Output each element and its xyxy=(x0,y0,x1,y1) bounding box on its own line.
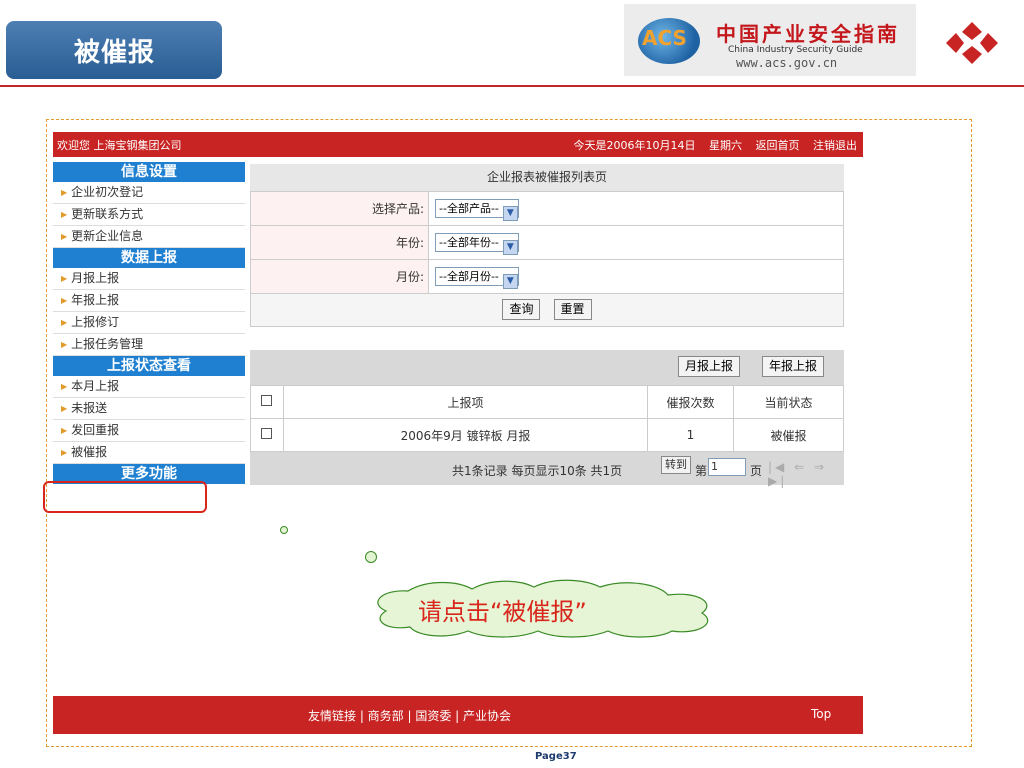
form-buttons: 查询 重置 xyxy=(250,294,844,327)
cell-item: 2006年9月 镀锌板 月报 xyxy=(283,418,648,452)
welcome-text: 欢迎您 上海宝钢集团公司 xyxy=(57,139,182,152)
sidebar-item-label: 更新企业信息 xyxy=(71,229,144,243)
acs-logo: ACS 中国产业安全指南 China Industry Security Gui… xyxy=(624,4,916,76)
sidebar-item-returned[interactable]: ▶ 发回重报 xyxy=(53,420,245,442)
site-topbar: 欢迎您 上海宝钢集团公司 今天是2006年10月14日 星期六 返回首页 注销退… xyxy=(53,132,863,157)
cell-status: 被催报 xyxy=(733,418,844,452)
back-to-top-link[interactable]: Top xyxy=(811,707,831,721)
sidebar-item-label: 上报修订 xyxy=(71,315,120,329)
sidebar-item-annual-report[interactable]: ▶ 年报上报 xyxy=(53,290,245,312)
sidebar-item-label: 年报上报 xyxy=(71,293,120,307)
chevron-down-icon[interactable]: ▼ xyxy=(502,274,518,289)
sidebar-section-data: 数据上报 xyxy=(53,248,245,268)
bullet-icon: ▶ xyxy=(61,232,68,241)
sidebar-item-urged[interactable]: ▶ 被催报 xyxy=(53,442,245,464)
pager: 共1条记录 每页显示10条 共1页 转到 第 1 页 |◀ ⇐ ⇒ ▶| xyxy=(250,452,844,488)
sidebar-item-first-register[interactable]: ▶ 企业初次登记 xyxy=(53,182,245,204)
sidebar-item-label: 发回重报 xyxy=(71,423,120,437)
product-select[interactable]: --全部产品-- ▼ xyxy=(435,199,519,221)
column-header: 催报次数 xyxy=(647,385,734,419)
home-link[interactable]: 返回首页 xyxy=(756,139,800,152)
logo-url: www.acs.gov.cn xyxy=(736,56,838,70)
list-toolbar: 月报上报 年报上报 xyxy=(250,350,844,385)
month-select-value: --全部月份-- xyxy=(439,270,499,283)
product-select-value: --全部产品-- xyxy=(439,202,499,215)
sidebar-item-task-manage[interactable]: ▶ 上报任务管理 xyxy=(53,334,245,356)
bullet-icon: ▶ xyxy=(61,404,68,413)
month-label: 月份: xyxy=(250,259,429,294)
brand-emblem-icon xyxy=(946,22,998,64)
slide-title: 被催报 xyxy=(6,21,222,79)
bullet-icon: ▶ xyxy=(61,448,68,457)
bullet-icon: ▶ xyxy=(61,274,68,283)
footer-links[interactable]: 友情链接 | 商务部 | 国资委 | 产业协会 xyxy=(308,707,511,724)
logo-en: China Industry Security Guide xyxy=(728,45,863,55)
logo-cn: 中国产业安全指南 xyxy=(716,22,900,46)
sidebar-item-label: 月报上报 xyxy=(71,271,120,285)
table-row: 2006年9月 镀锌板 月报 1 被催报 xyxy=(250,418,844,452)
filter-form: 选择产品: --全部产品-- ▼ 年份: --全部年份-- ▼ 月份: --全部月份… xyxy=(250,191,844,294)
bullet-icon: ▶ xyxy=(61,188,68,197)
pager-info: 共1条记录 每页显示10条 共1页 xyxy=(452,464,623,478)
sidebar-item-label: 企业初次登记 xyxy=(71,185,144,199)
sidebar-item-monthly-report[interactable]: ▶ 月报上报 xyxy=(53,268,245,290)
highlight-ring xyxy=(43,481,207,513)
select-all-checkbox[interactable] xyxy=(261,395,272,406)
logo-acs: ACS xyxy=(642,26,687,50)
cell-count: 1 xyxy=(647,418,734,452)
pager-suffix: 页 xyxy=(750,464,763,478)
sidebar: 信息设置 ▶ 企业初次登记 ▶ 更新联系方式 ▶ 更新企业信息 数据上报 ▶ 月报上报 … xyxy=(53,162,245,484)
year-select-value: --全部年份-- xyxy=(439,236,499,249)
sidebar-item-update-company[interactable]: ▶ 更新企业信息 xyxy=(53,226,245,248)
sidebar-section-info: 信息设置 xyxy=(53,162,245,182)
bullet-icon: ▶ xyxy=(61,340,68,349)
site-footer: 友情链接 | 商务部 | 国资委 | 产业协会 Top xyxy=(53,696,863,734)
weekday-text: 星期六 xyxy=(709,139,742,152)
callout-text: 请点击“被催报” xyxy=(418,598,587,626)
logout-link[interactable]: 注销退出 xyxy=(813,139,857,152)
annual-report-button[interactable]: 年报上报 xyxy=(762,356,825,377)
sidebar-item-label: 未报送 xyxy=(71,401,108,415)
sidebar-item-label: 被催报 xyxy=(71,445,108,459)
chevron-down-icon[interactable]: ▼ xyxy=(502,206,518,221)
bullet-icon: ▶ xyxy=(61,296,68,305)
bullet-icon: ▶ xyxy=(61,426,68,435)
page-title: 企业报表被催报列表页 xyxy=(250,164,844,191)
month-select[interactable]: --全部月份-- ▼ xyxy=(435,267,519,289)
monthly-report-button[interactable]: 月报上报 xyxy=(678,356,741,377)
chevron-down-icon[interactable]: ▼ xyxy=(502,240,518,255)
row-checkbox[interactable] xyxy=(261,428,272,439)
reset-button[interactable]: 重置 xyxy=(553,299,592,320)
column-header: 上报项 xyxy=(283,385,648,419)
sidebar-item-report-revise[interactable]: ▶ 上报修订 xyxy=(53,312,245,334)
sidebar-item-this-month[interactable]: ▶ 本月上报 xyxy=(53,376,245,398)
column-header: 当前状态 xyxy=(733,385,844,419)
bullet-icon: ▶ xyxy=(61,318,68,327)
page-input[interactable]: 1 xyxy=(708,458,746,476)
page-number: Page37 xyxy=(535,751,577,762)
year-select[interactable]: --全部年份-- ▼ xyxy=(435,233,519,255)
header-rule xyxy=(0,85,1024,87)
bullet-icon: ▶ xyxy=(61,210,68,219)
thought-bubble-medium xyxy=(365,551,377,563)
bullet-icon: ▶ xyxy=(61,382,68,391)
main-panel: 企业报表被催报列表页 选择产品: --全部产品-- ▼ 年份: --全部年份-- ▼… xyxy=(250,164,844,327)
date-text: 今天是2006年10月14日 xyxy=(573,139,696,152)
sidebar-item-label: 本月上报 xyxy=(71,379,120,393)
sidebar-item-not-submitted[interactable]: ▶ 未报送 xyxy=(53,398,245,420)
table-header-row: 上报项 催报次数 当前状态 xyxy=(250,385,844,419)
sidebar-item-label: 上报任务管理 xyxy=(71,337,144,351)
thought-bubble-small xyxy=(280,526,288,534)
query-button[interactable]: 查询 xyxy=(502,299,541,320)
goto-button[interactable]: 转到 xyxy=(661,456,691,474)
report-table: 上报项 催报次数 当前状态 2006年9月 镀锌板 月报 1 被催报 xyxy=(250,385,844,452)
pager-nav-icons[interactable]: |◀ ⇐ ⇒ ▶| xyxy=(768,460,844,488)
product-label: 选择产品: xyxy=(250,191,429,226)
sidebar-item-update-contact[interactable]: ▶ 更新联系方式 xyxy=(53,204,245,226)
sidebar-section-status: 上报状态查看 xyxy=(53,356,245,376)
year-label: 年份: xyxy=(250,225,429,260)
pager-prefix: 第 xyxy=(695,464,708,478)
sidebar-item-label: 更新联系方式 xyxy=(71,207,144,221)
